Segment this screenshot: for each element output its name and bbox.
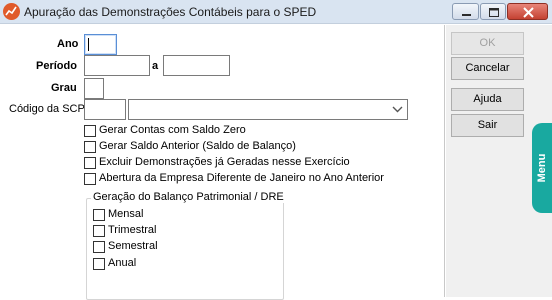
codigo-scp-label: Código da SCP [9,103,85,115]
scp-description-select[interactable] [128,99,408,120]
dropdown-button[interactable] [389,101,406,118]
grau-input[interactable] [84,78,104,99]
periodo-label: Período [36,60,77,72]
checkbox-box[interactable] [84,173,96,185]
periodo-end-input[interactable] [163,55,230,76]
cancel-button[interactable]: Cancelar [451,57,524,80]
ano-input[interactable] [84,34,117,55]
checkbox-label: Abertura da Empresa Diferente de Janeiro… [99,172,384,184]
menu-tab-label: Menu [536,153,548,183]
checkbox-box[interactable] [84,125,96,137]
window-title: Apuração das Demonstrações Contábeis par… [24,5,317,19]
checkbox-box[interactable] [93,258,105,270]
checkbox-label: Anual [108,257,137,269]
close-button[interactable] [507,3,548,20]
sped-window: Apuração das Demonstrações Contábeis par… [0,0,552,300]
menu-side-tab[interactable]: Menu [532,123,552,213]
checkbox-label: Semestral [108,240,158,252]
checkbox-box[interactable] [93,241,105,253]
geracao-group-title: Geração do Balanço Patrimonial / DRE [91,191,286,203]
close-icon [523,7,534,18]
checkbox-label: Trimestral [108,224,157,236]
client-area: Ano Período a Grau Código da SCP Gerar C… [0,25,552,300]
help-button[interactable]: Ajuda [451,88,524,111]
ano-label: Ano [57,38,79,50]
checkbox-box[interactable] [84,157,96,169]
form-panel: Ano Período a Grau Código da SCP Gerar C… [0,25,445,300]
ok-button[interactable]: OK [451,32,524,55]
checkbox-label: Gerar Saldo Anterior (Saldo de Balanço) [99,140,296,152]
exit-button[interactable]: Sair [451,114,524,137]
checkbox-box[interactable] [93,209,105,221]
codigo-scp-input[interactable] [84,99,126,120]
chart-icon [3,3,20,20]
minimize-button[interactable] [452,3,479,20]
periodo-start-input[interactable] [84,55,150,76]
checkbox-box[interactable] [84,141,96,153]
periodo-separator: a [152,60,159,72]
minimize-icon [462,14,471,16]
checkbox-box[interactable] [93,225,105,237]
checkbox-label: Mensal [108,208,144,220]
maximize-icon [489,8,499,17]
text-caret [88,38,89,51]
checkbox-label: Excluir Demonstrações já Geradas nesse E… [99,156,350,168]
chevron-down-icon [392,106,403,113]
checkbox-label: Gerar Contas com Saldo Zero [99,124,246,136]
maximize-button[interactable] [480,3,506,20]
title-bar[interactable]: Apuração das Demonstrações Contábeis par… [0,0,552,24]
grau-label: Grau [51,82,77,94]
